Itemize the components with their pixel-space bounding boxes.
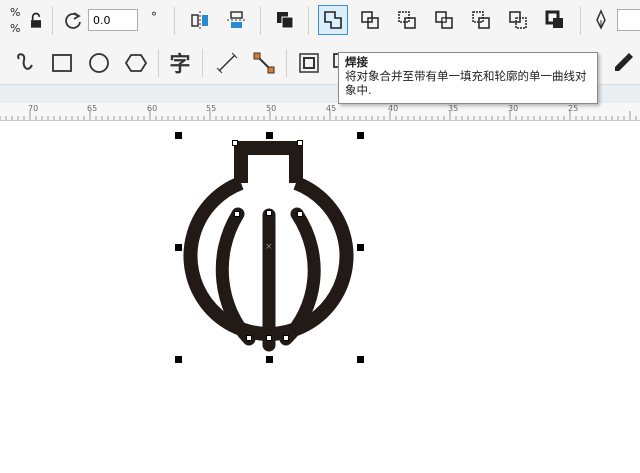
pen-nib-icon[interactable] [588,5,614,35]
separator [308,7,309,35]
ruler-label: 40 [388,104,399,113]
drawing-canvas[interactable]: × [0,121,640,473]
path-node[interactable] [297,140,303,146]
eyedropper-icon[interactable] [608,48,638,78]
path-node[interactable] [266,335,272,341]
dimension-tool-icon[interactable] [212,48,242,78]
rectangle-tool-icon[interactable] [47,48,77,78]
separator [580,7,581,35]
back-minus-front-button[interactable] [503,5,533,35]
simplify-button[interactable] [429,5,459,35]
selection-handle-bottom[interactable] [266,356,273,363]
ruler-label: 30 [508,104,519,113]
selection-handle-bottom-right[interactable] [357,356,364,363]
separator [286,49,287,77]
tooltip-title: 焊接 [345,55,368,69]
outline-width-field[interactable] [617,9,640,31]
weld-button[interactable] [318,5,348,35]
ruler-label: 60 [147,104,158,113]
path-node[interactable] [283,335,289,341]
onion-shape[interactable] [0,121,640,473]
front-minus-back-button[interactable] [466,5,496,35]
mirror-horizontal-icon[interactable] [185,5,215,35]
separator [174,7,175,35]
center-x-icon: × [265,242,273,252]
ruler-label: 55 [206,104,217,113]
horizontal-ruler[interactable]: 70 65 60 55 50 45 40 35 30 25 [0,103,640,121]
separator [52,7,53,35]
tooltip-description: 将对象合并至带有单一填充和轮廓的单一曲线对象中. [345,69,587,97]
ruler-label: 50 [266,104,277,113]
rotation-angle-input[interactable] [88,9,138,31]
separator [158,49,159,77]
ruler-label: 45 [326,104,337,113]
ruler-label: 65 [87,104,98,113]
ruler-label: 35 [448,104,459,113]
selection-handle-top-left[interactable] [175,132,182,139]
separator [202,49,203,77]
path-node[interactable] [297,211,303,217]
selection-handle-top-right[interactable] [357,132,364,139]
mirror-vertical-icon[interactable] [221,5,251,35]
weld-tooltip: 焊接 将对象合并至带有单一填充和轮廓的单一曲线对象中. [338,52,598,104]
scale-y-unit: % [10,22,21,35]
text-tool-button[interactable]: 字 [165,48,195,78]
scale-x-unit: % [10,6,21,19]
ruler-label: 25 [568,104,579,113]
intersect-button[interactable] [392,5,422,35]
rotate-icon [60,6,86,36]
selection-handle-bottom-left[interactable] [175,356,182,363]
trim-button[interactable] [355,5,385,35]
separator [260,7,261,35]
selection-handle-left[interactable] [175,244,182,251]
path-node[interactable] [266,210,272,216]
combine-icon[interactable] [270,5,300,35]
lock-ratio-icon[interactable] [26,6,46,36]
selection-handle-right[interactable] [357,244,364,251]
path-node[interactable] [246,335,252,341]
selection-handle-top[interactable] [266,132,273,139]
boundary-button[interactable] [540,5,570,35]
ellipse-tool-icon[interactable] [84,48,114,78]
ruler-label: 70 [28,104,39,113]
freehand-curve-icon[interactable] [10,48,40,78]
path-node[interactable] [232,140,238,146]
polygon-tool-icon[interactable] [121,48,151,78]
property-bar: % % ° [0,0,640,43]
degree-unit: ° [151,10,157,24]
path-node[interactable] [234,211,240,217]
contour-tool-icon[interactable] [294,48,324,78]
connector-tool-icon[interactable] [249,48,279,78]
